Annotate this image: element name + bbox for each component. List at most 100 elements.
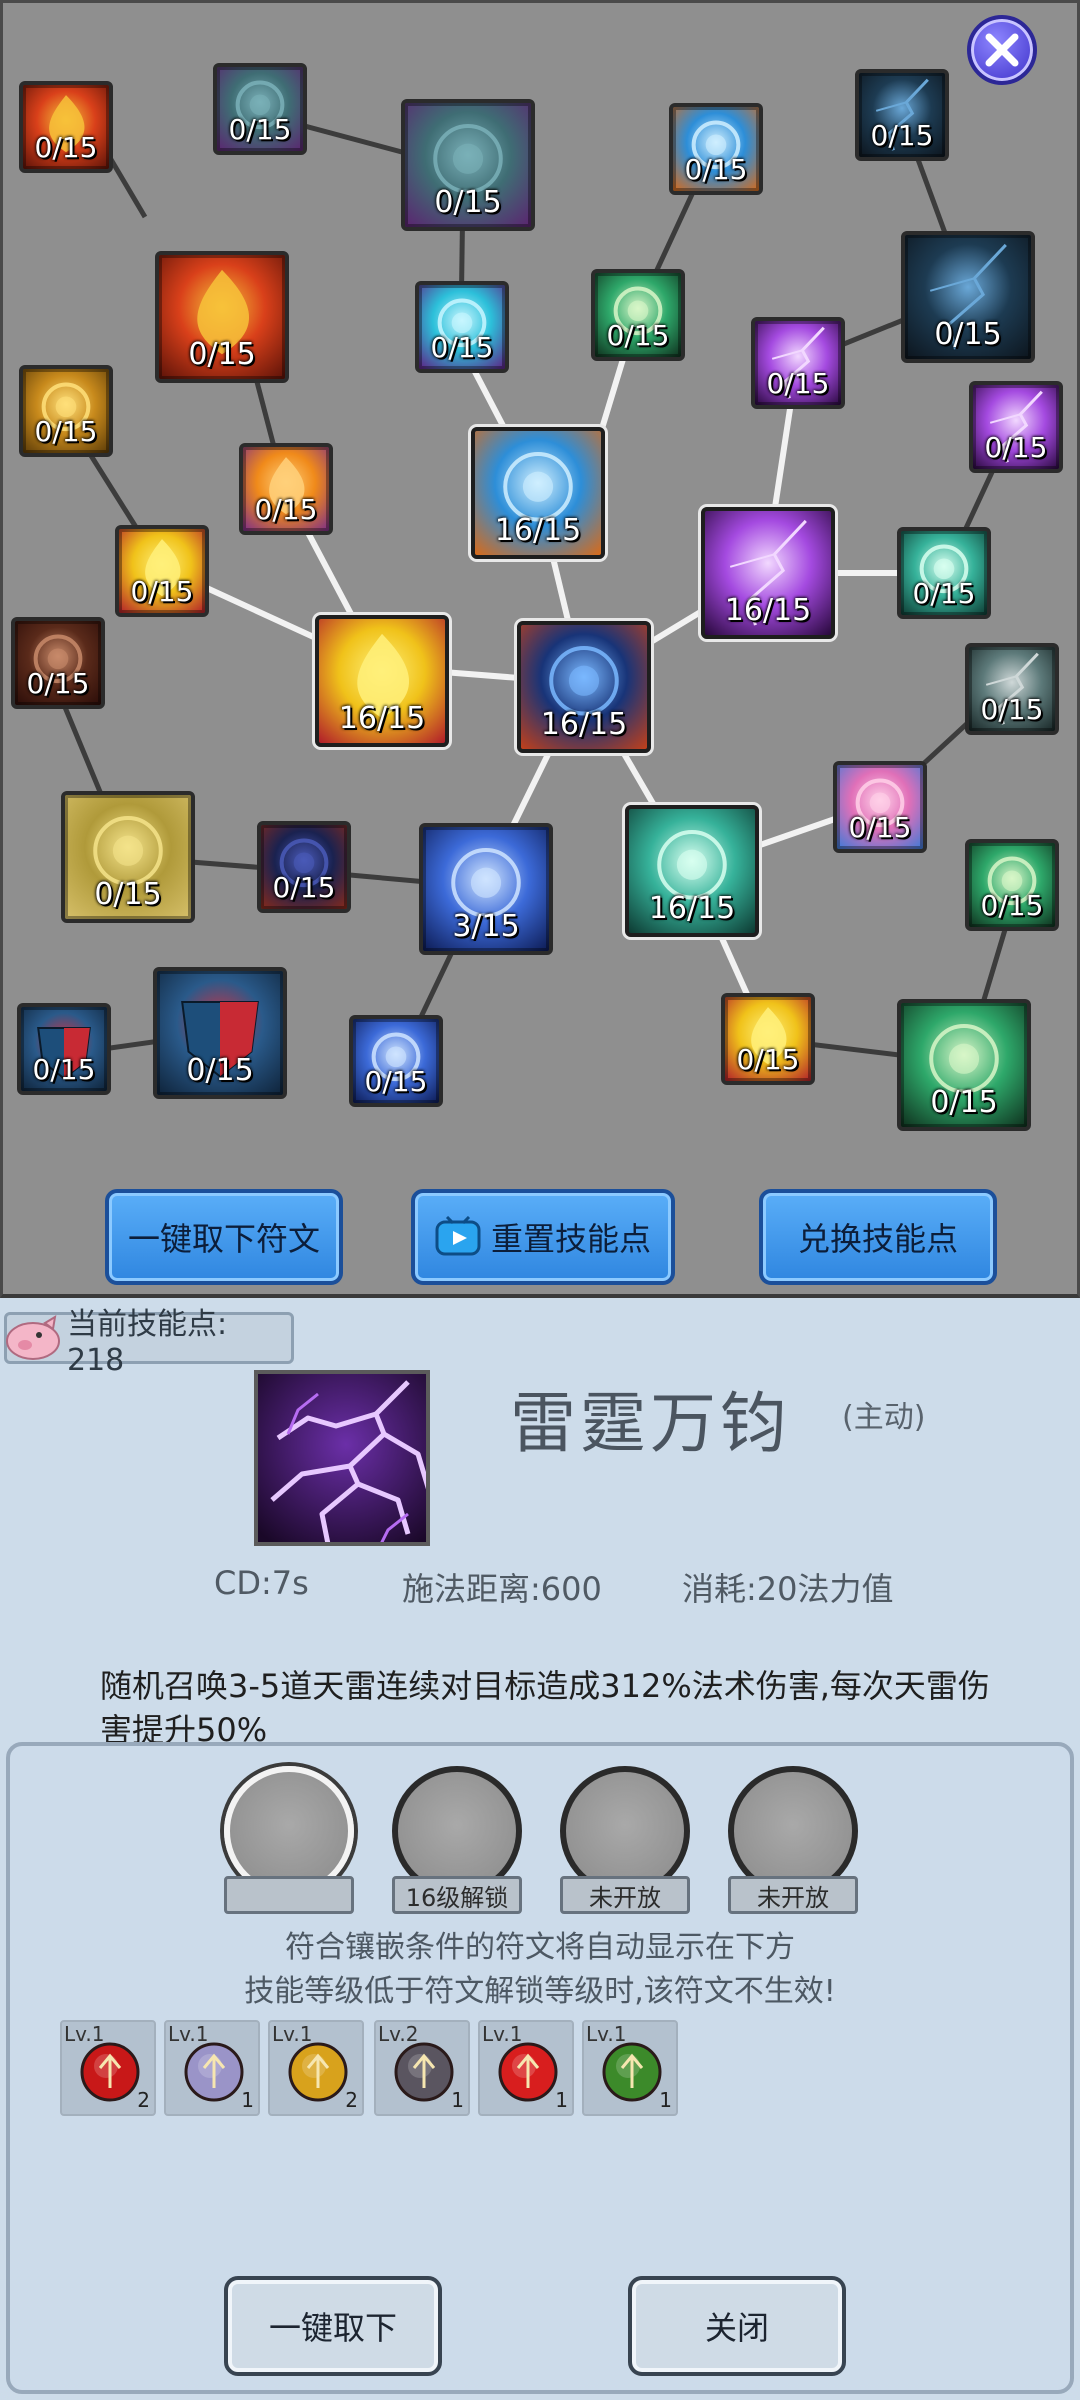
selected-skill-icon	[254, 1370, 430, 1546]
skill-node-level: 0/15	[848, 810, 912, 844]
skill-name: 雷霆万钧	[510, 1385, 790, 1462]
skill-node-level: 16/15	[648, 890, 736, 926]
skill-node-tornado-small[interactable]: 0/15	[965, 839, 1059, 931]
rune-item[interactable]: Lv.1 1	[164, 2020, 260, 2116]
skill-node-level: 16/15	[494, 512, 582, 548]
rune-slot-1-label	[224, 1876, 354, 1914]
rune-level: Lv.1	[586, 2022, 627, 2046]
skill-range: 施法距离:600	[402, 1570, 602, 1608]
skill-node-water-wave-small[interactable]: 0/15	[213, 63, 307, 155]
green-trident-rune-icon	[602, 2042, 662, 2102]
rune-slot-4-label: 未开放	[728, 1876, 858, 1914]
skill-node-level: 0/15	[870, 118, 934, 152]
skill-node-level: 3/15	[452, 908, 520, 944]
skill-node-level: 0/15	[980, 692, 1044, 726]
skill-node-level: 0/15	[766, 366, 830, 400]
fire-rune-icon	[498, 2042, 558, 2102]
close-icon	[985, 33, 1019, 67]
rune-hint-2: 技能等级低于符文解锁等级时,该符文不生效!	[244, 1974, 836, 2009]
purple-crystal-rune-icon	[394, 2042, 454, 2102]
remove-runes-button[interactable]: 一键取下符文	[105, 1189, 343, 1285]
rune-count: 1	[241, 2088, 254, 2112]
silver-ring-rune-icon	[184, 2042, 244, 2102]
exchange-points-button[interactable]: 兑换技能点	[759, 1189, 997, 1285]
skill-node-level: 0/15	[272, 870, 336, 904]
skill-node-level: 0/15	[984, 430, 1048, 464]
skill-node-level: 0/15	[934, 316, 1002, 352]
skill-node-level: 0/15	[32, 1052, 96, 1086]
rune-level: Lv.1	[64, 2022, 105, 2046]
thunder-icon	[258, 1374, 426, 1542]
remove-all-label: 一键取下	[268, 2309, 397, 2347]
rune-level: Lv.1	[272, 2022, 313, 2046]
skill-node-level: 0/15	[980, 888, 1044, 922]
skill-node-level: 16/15	[724, 592, 812, 628]
skill-node-water-swirl[interactable]: 0/15	[415, 281, 509, 373]
skill-node-ice-storm-large[interactable]: 0/15	[901, 231, 1035, 363]
skill-node-level: 0/15	[434, 184, 502, 220]
skill-node-shield-bash[interactable]: 0/15	[11, 617, 105, 709]
skill-node-lightning-small[interactable]: 0/15	[969, 381, 1063, 473]
skill-node-ice-storm-small[interactable]: 0/15	[855, 69, 949, 161]
skill-node-ice-giant[interactable]: 16/15	[471, 427, 605, 559]
skill-node-sand-wind[interactable]: 0/15	[721, 993, 815, 1085]
close-button[interactable]	[967, 15, 1037, 85]
skill-node-tornado-large[interactable]: 0/15	[897, 999, 1031, 1131]
video-ad-icon	[435, 1215, 481, 1258]
skill-description: 随机召唤3-5道天雷连续对目标造成312%法术伤害,每次天雷伤害提升50%	[100, 1667, 990, 1746]
skill-node-grab-hand[interactable]: 0/15	[833, 761, 927, 853]
exchange-points-label: 兑换技能点	[797, 1220, 958, 1258]
rune-item[interactable]: Lv.1 1	[582, 2020, 678, 2116]
skill-node-level: 0/15	[736, 1042, 800, 1076]
skill-node-golden-flames[interactable]: 16/15	[315, 615, 449, 747]
skill-node-mage-small[interactable]: 0/15	[349, 1015, 443, 1107]
skill-node-wind-bow[interactable]: 0/15	[897, 527, 991, 619]
skill-node-gold-burst[interactable]: 0/15	[115, 525, 209, 617]
skill-node-level: 0/15	[34, 414, 98, 448]
rune-level: Lv.1	[168, 2022, 209, 2046]
skill-node-fire-small[interactable]: 0/15	[19, 81, 113, 173]
skill-node-arcane-mage[interactable]: 3/15	[419, 823, 553, 955]
skill-tree-panel: 0/15 0/15 0/15 0/15 0/15 0/15 0/15 0/15 0…	[0, 0, 1080, 1298]
skill-node-bell-guard[interactable]: 0/15	[61, 791, 195, 923]
remove-runes-label: 一键取下符文	[127, 1220, 320, 1258]
skill-node-level: 0/15	[912, 576, 976, 610]
remove-all-button[interactable]: 一键取下	[224, 2276, 442, 2376]
skill-node-storm-claw[interactable]: 0/15	[965, 643, 1059, 735]
skill-node-earth-skull[interactable]: 0/15	[19, 365, 113, 457]
reset-points-button[interactable]: 重置技能点	[411, 1189, 675, 1285]
rune-item[interactable]: Lv.2 1	[374, 2020, 470, 2116]
skill-node-level: 0/15	[130, 574, 194, 608]
rune-count: 1	[451, 2088, 464, 2112]
skill-node-lightning-demon[interactable]: 0/15	[751, 317, 845, 409]
skill-node-shadow-dash[interactable]: 0/15	[257, 821, 351, 913]
skill-node-frost-giant-small[interactable]: 0/15	[669, 103, 763, 195]
skill-node-wind-slash[interactable]: 16/15	[625, 805, 759, 937]
skill-node-level: 0/15	[430, 330, 494, 364]
skill-points-label: 当前技能点: 218	[67, 1306, 228, 1378]
skill-node-level: 0/15	[254, 492, 318, 526]
skill-node-water-splash[interactable]: 0/15	[591, 269, 685, 361]
skill-node-level: 0/15	[684, 152, 748, 186]
skill-node-water-wave-large[interactable]: 0/15	[401, 99, 535, 231]
skill-node-guard-shield-small[interactable]: 0/15	[17, 1003, 111, 1095]
red-arrow-rune-icon	[80, 2042, 140, 2102]
skill-node-fire-dragon[interactable]: 0/15	[239, 443, 333, 535]
skill-node-level: 0/15	[364, 1064, 428, 1098]
rune-level: Lv.2	[378, 2022, 419, 2046]
pig-avatar-icon	[5, 1315, 63, 1361]
reset-points-label: 重置技能点	[490, 1220, 651, 1258]
skill-node-thunder-strike[interactable]: 16/15	[701, 507, 835, 639]
skill-node-fire-large[interactable]: 0/15	[155, 251, 289, 383]
rune-item[interactable]: Lv.1 2	[268, 2020, 364, 2116]
rune-item[interactable]: Lv.1 2	[60, 2020, 156, 2116]
skill-node-level: 16/15	[338, 700, 426, 736]
rune-count: 1	[659, 2088, 672, 2112]
skill-type: (主动)	[842, 1400, 926, 1435]
skill-node-level: 0/15	[34, 130, 98, 164]
close-detail-button[interactable]: 关闭	[628, 2276, 846, 2376]
skill-node-guard-shield-large[interactable]: 0/15	[153, 967, 287, 1099]
skill-node-shadow-hawk[interactable]: 16/15	[517, 621, 651, 753]
rune-item[interactable]: Lv.1 1	[478, 2020, 574, 2116]
close-detail-label: 关闭	[704, 2309, 769, 2347]
